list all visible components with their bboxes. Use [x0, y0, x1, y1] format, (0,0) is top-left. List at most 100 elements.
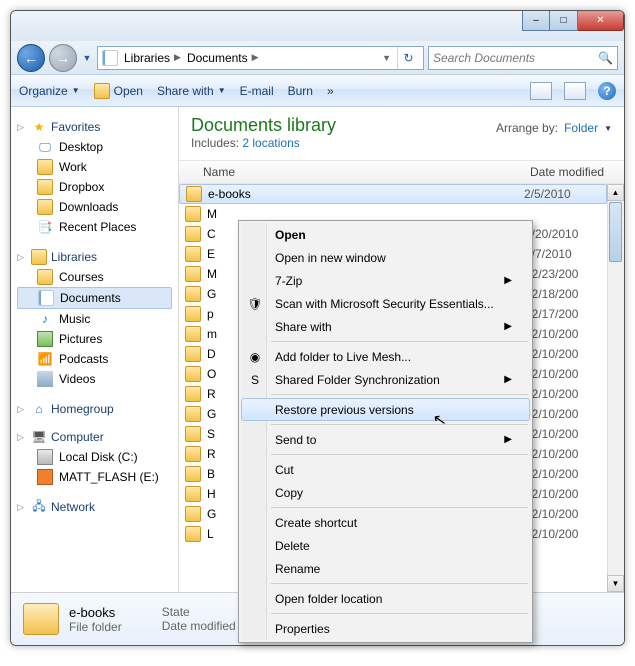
context-item-create-shortcut[interactable]: Create shortcut [241, 511, 530, 534]
nav-group-homegroup[interactable]: ▷ ⌂ Homegroup [17, 401, 178, 417]
chevron-right-icon[interactable]: ▶ [252, 52, 259, 63]
file-date: 12/10/200 [525, 447, 607, 461]
details-state-label: State [162, 605, 236, 619]
search-input[interactable]: Search Documents 🔍 [428, 46, 618, 70]
share-with-button[interactable]: Share with▼ [157, 84, 226, 98]
context-item-cut[interactable]: Cut [241, 458, 530, 481]
collapse-icon[interactable]: ▷ [17, 122, 27, 133]
nav-item-dropbox[interactable]: Dropbox [17, 177, 178, 197]
chevron-right-icon[interactable]: ▶ [174, 52, 181, 63]
breadcrumb-documents[interactable]: Documents ▶ [187, 51, 259, 65]
nav-item-work[interactable]: Work [17, 157, 178, 177]
nav-item-matt-flash-e-[interactable]: MATT_FLASH (E:) [17, 467, 178, 487]
maximize-button[interactable]: □ [550, 11, 578, 31]
collapse-icon[interactable]: ▷ [17, 252, 27, 263]
folder-icon [185, 486, 201, 502]
drive-icon [37, 449, 53, 465]
close-button[interactable]: ✕ [578, 11, 624, 31]
context-item-shared-folder-synchronization[interactable]: SShared Folder Synchronization▶ [241, 368, 530, 391]
back-button[interactable]: ← [17, 44, 45, 72]
nav-group-network[interactable]: ▷ 🖧 Network [17, 499, 178, 515]
burn-button[interactable]: Burn [288, 84, 313, 98]
nav-history-dropdown[interactable]: ▼ [81, 53, 93, 63]
scroll-thumb[interactable] [609, 202, 622, 262]
file-date: 1/20/2010 [525, 227, 607, 241]
context-item-7-zip[interactable]: 7-Zip▶ [241, 269, 530, 292]
nav-group-computer[interactable]: ▷ 🖥 Computer [17, 429, 178, 445]
file-row[interactable]: e-books2/5/2010 [179, 184, 607, 204]
location-icon [102, 50, 118, 66]
organize-button[interactable]: Organize▼ [19, 84, 80, 98]
collapse-icon[interactable]: ▷ [17, 502, 27, 513]
nav-item-label: Desktop [59, 140, 103, 154]
context-item-copy[interactable]: Copy [241, 481, 530, 504]
nav-item-podcasts[interactable]: 📶Podcasts [17, 349, 178, 369]
nav-item-label: Work [59, 160, 87, 174]
scroll-up-button[interactable]: ▲ [607, 184, 624, 201]
column-date[interactable]: Date modified [524, 161, 624, 183]
computer-icon: 🖥 [31, 429, 47, 445]
folder-icon [37, 159, 53, 175]
preview-pane-button[interactable] [564, 82, 586, 100]
nav-item-music[interactable]: ♪Music [17, 309, 178, 329]
context-item-restore-previous-versions[interactable]: Restore previous versions [241, 398, 530, 421]
nav-item-label: Pictures [59, 332, 102, 346]
column-name[interactable]: Name [179, 161, 524, 183]
folder-icon [185, 206, 201, 222]
address-dropdown-icon[interactable]: ▼ [382, 53, 391, 63]
context-item-label: Copy [275, 486, 303, 500]
folder-icon [186, 186, 202, 202]
address-bar[interactable]: Libraries ▶ Documents ▶ ▼ ↻ [97, 46, 424, 70]
nav-item-label: MATT_FLASH (E:) [59, 470, 159, 484]
context-item-open-folder-location[interactable]: Open folder location [241, 587, 530, 610]
nav-item-downloads[interactable]: Downloads [17, 197, 178, 217]
details-date-label: Date modified [162, 619, 236, 633]
collapse-icon[interactable]: ▷ [17, 404, 27, 415]
minimize-button[interactable]: – [522, 11, 550, 31]
forward-button[interactable]: → [49, 44, 77, 72]
nav-item-local-disk-c-[interactable]: Local Disk (C:) [17, 447, 178, 467]
context-item-share-with[interactable]: Share with▶ [241, 315, 530, 338]
collapse-icon[interactable]: ▷ [17, 432, 27, 443]
context-item-send-to[interactable]: Send to▶ [241, 428, 530, 451]
nav-item-label: Downloads [59, 200, 118, 214]
more-button[interactable]: » [327, 84, 334, 98]
breadcrumb-root[interactable]: Libraries ▶ [124, 51, 181, 65]
context-item-delete[interactable]: Delete [241, 534, 530, 557]
doc-icon [38, 290, 54, 306]
open-button[interactable]: Open [94, 83, 143, 99]
nav-group-libraries[interactable]: ▷ Libraries [17, 249, 178, 265]
help-button[interactable]: ? [598, 82, 616, 100]
refresh-button[interactable]: ↻ [397, 47, 419, 69]
context-item-label: Properties [275, 622, 330, 636]
folder-icon [185, 266, 201, 282]
folder-open-icon [94, 83, 110, 99]
file-date: 12/10/200 [525, 407, 607, 421]
context-item-add-folder-to-live-mesh-[interactable]: ◉Add folder to Live Mesh... [241, 345, 530, 368]
view-options-button[interactable] [530, 82, 552, 100]
email-button[interactable]: E-mail [240, 84, 274, 98]
nav-group-favorites[interactable]: ▷ ★ Favorites [17, 119, 178, 135]
context-item-label: Restore previous versions [275, 403, 414, 417]
folder-icon [185, 286, 201, 302]
nav-item-videos[interactable]: Videos [17, 369, 178, 389]
locations-link[interactable]: 2 locations [242, 136, 299, 150]
navigation-pane[interactable]: ▷ ★ Favorites 🖵Desktop Work Dropbox Downloa… [11, 107, 179, 592]
file-date: 12/17/200 [525, 307, 607, 321]
scroll-down-button[interactable]: ▼ [607, 575, 624, 592]
nav-item-documents[interactable]: Documents [17, 287, 172, 309]
context-menu[interactable]: OpenOpen in new window7-Zip▶🛡Scan with M… [238, 220, 533, 643]
context-item-icon: S [247, 372, 263, 388]
nav-item-desktop[interactable]: 🖵Desktop [17, 137, 178, 157]
context-item-scan-with-microsoft-security-essentials-[interactable]: 🛡Scan with Microsoft Security Essentials… [241, 292, 530, 315]
nav-item-courses[interactable]: Courses [17, 267, 178, 287]
context-item-open[interactable]: Open [241, 223, 530, 246]
library-icon [31, 249, 47, 265]
context-item-rename[interactable]: Rename [241, 557, 530, 580]
nav-item-pictures[interactable]: Pictures [17, 329, 178, 349]
scrollbar[interactable]: ▲ ▼ [607, 184, 624, 592]
context-item-properties[interactable]: Properties [241, 617, 530, 640]
arrange-by[interactable]: Arrange by: Folder ▼ [496, 115, 612, 135]
nav-item-recent-places[interactable]: 📑Recent Places [17, 217, 178, 237]
context-item-open-in-new-window[interactable]: Open in new window [241, 246, 530, 269]
